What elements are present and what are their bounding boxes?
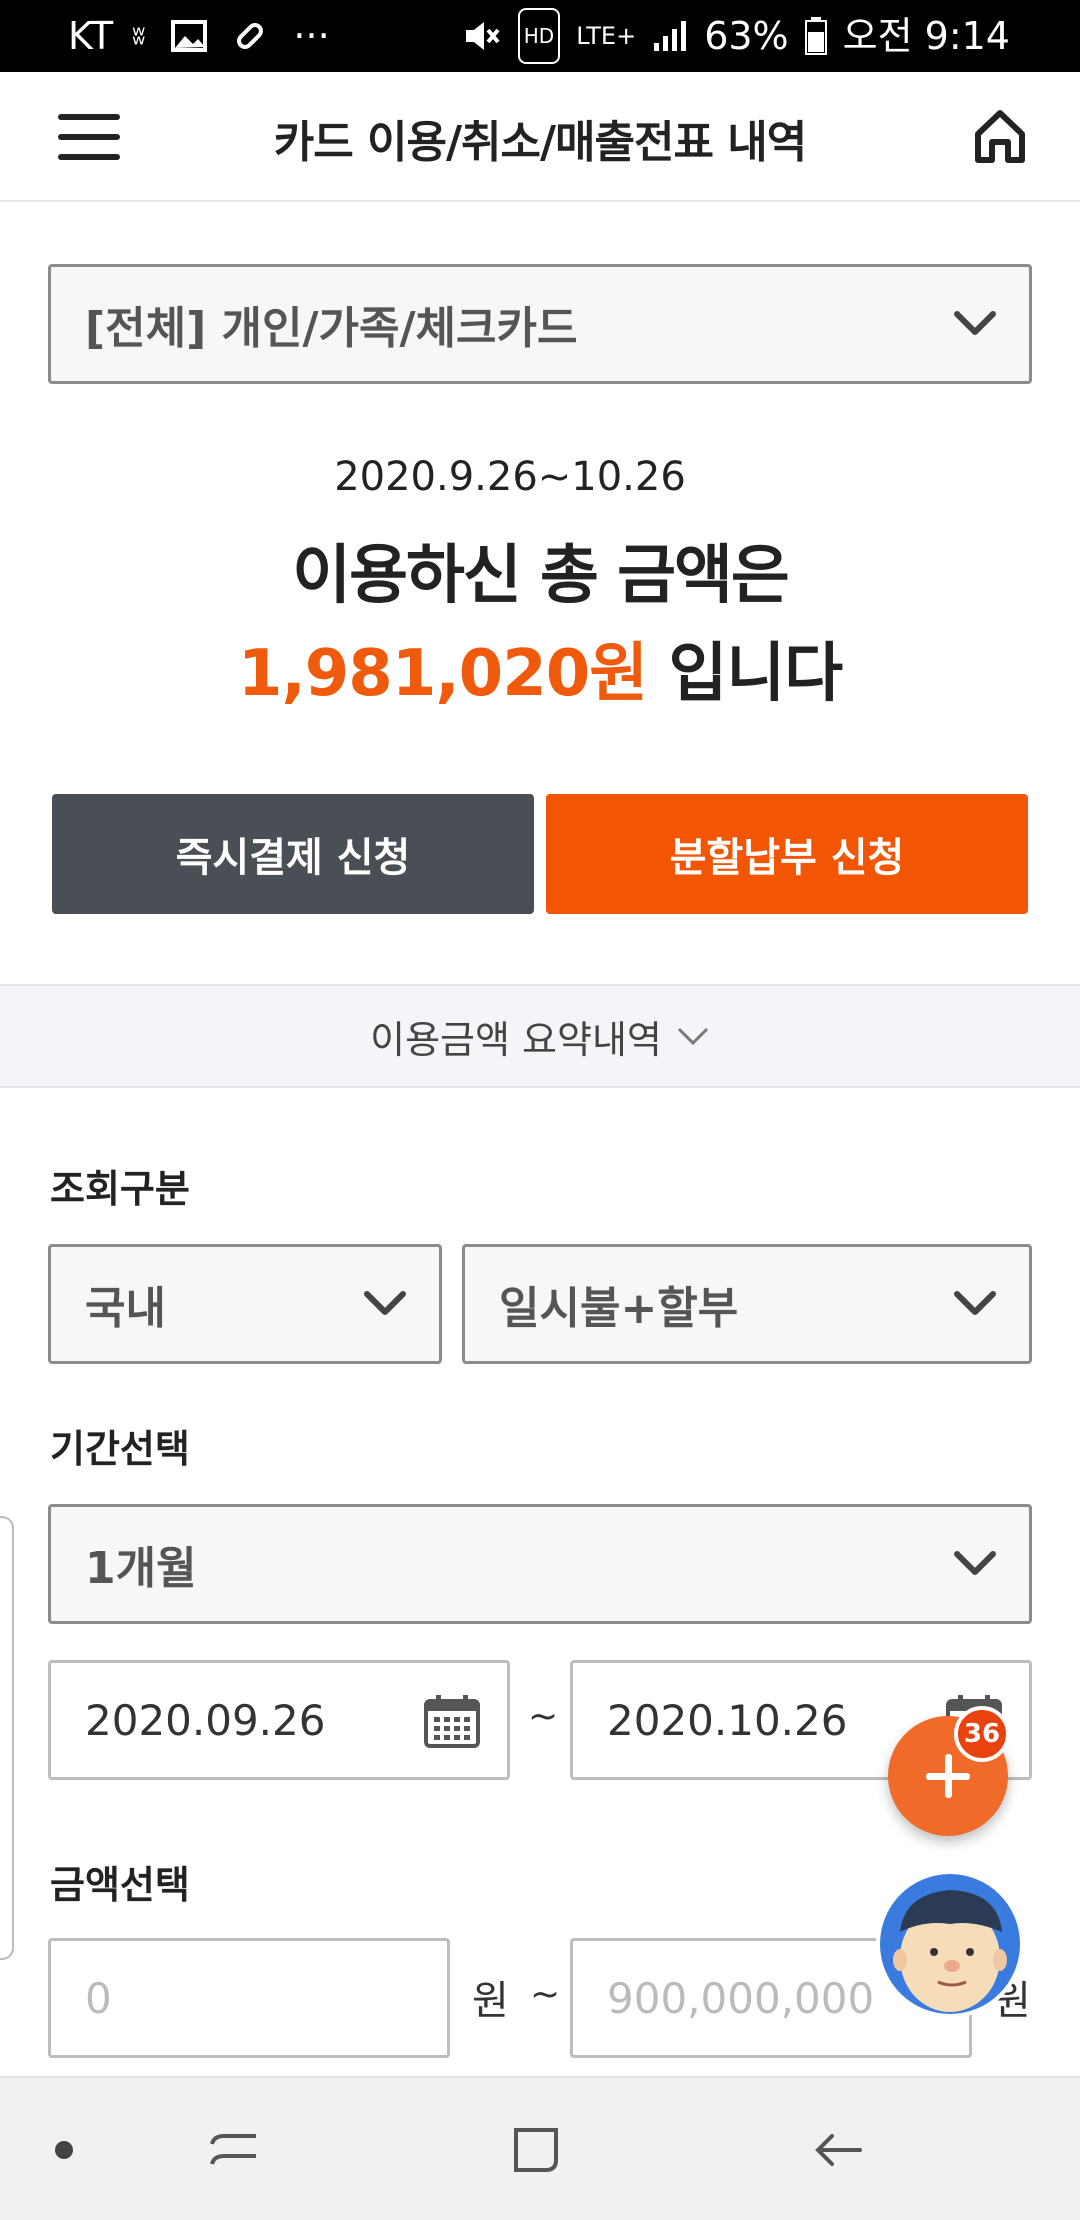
chevron-down-icon <box>677 1027 708 1046</box>
back-icon[interactable] <box>808 2120 868 2180</box>
installment-button[interactable]: 분할납부 신청 <box>546 794 1028 914</box>
battery-percent: 63% <box>704 14 789 58</box>
fab-count-badge: 36 <box>954 1706 1010 1762</box>
period-label: 기간선택 <box>50 1427 190 1471</box>
end-date-value: 2020.10.26 <box>607 1695 848 1745</box>
nav-dot-icon[interactable] <box>34 2120 94 2180</box>
mute-icon <box>465 22 500 50</box>
battery-icon <box>804 17 827 55</box>
min-amount-input[interactable]: 0 <box>48 1938 450 2058</box>
notification-icons: ʬ ··· <box>132 12 330 60</box>
region-select[interactable]: 국내 <box>48 1244 442 1364</box>
page-title: 카드 이용/취소/매출전표 내역 <box>273 117 808 168</box>
gallery-icon <box>171 20 208 52</box>
chevron-down-icon <box>954 1291 996 1315</box>
recent-apps-icon[interactable] <box>204 2120 264 2180</box>
carrier-label: KT <box>68 14 114 58</box>
min-amount-unit: 원 <box>472 1978 509 2024</box>
start-date-value: 2020.09.26 <box>85 1695 326 1745</box>
chevron-down-icon <box>954 311 996 335</box>
pill-icon <box>237 23 264 49</box>
card-type-select[interactable]: [전체] 개인/가족/체크카드 <box>48 264 1032 384</box>
system-nav-bar <box>0 2076 1080 2220</box>
system-icons: HD LTE+ 63% 오전 9:14 <box>462 8 1010 64</box>
start-date-field[interactable]: 2020.09.26 <box>48 1660 510 1780</box>
signal-icon <box>654 21 687 51</box>
wifi-calling-icon: ʬ <box>132 21 146 51</box>
summary-toggle-label: 이용금액 요약내역 <box>370 1017 662 1062</box>
card-type-value: [전체] 개인/가족/체크카드 <box>85 303 578 354</box>
hd-badge: HD <box>517 8 561 64</box>
payment-type-select[interactable]: 일시불+할부 <box>462 1244 1032 1364</box>
chevron-down-icon <box>364 1291 406 1315</box>
network-type: LTE+ <box>576 22 637 50</box>
side-drawer-handle[interactable] <box>0 1516 14 1960</box>
max-amount-placeholder: 900,000,000 <box>607 1973 875 2023</box>
summary-toggle[interactable]: 이용금액 요약내역 <box>0 984 1080 1088</box>
period-value: 1개월 <box>85 1543 197 1594</box>
total-suffix: 입니다 <box>668 637 843 711</box>
amount-label: 금액선택 <box>50 1863 190 1907</box>
chatbot-avatar-icon[interactable] <box>874 1868 1026 2020</box>
payment-type-value: 일시불+할부 <box>499 1283 739 1334</box>
home-button-icon[interactable] <box>506 2120 566 2180</box>
app-header: 카드 이용/취소/매출전표 내역 <box>0 72 1080 202</box>
inquiry-type-label: 조회구분 <box>50 1167 190 1211</box>
date-separator: ~ <box>528 1696 559 1737</box>
region-value: 국내 <box>85 1283 166 1334</box>
chevron-down-icon <box>954 1551 996 1575</box>
status-bar: KT ʬ ··· HD LTE+ 63% 오전 9:14 <box>0 0 1080 72</box>
home-icon[interactable] <box>972 108 1028 166</box>
min-amount-placeholder: 0 <box>85 1973 112 2023</box>
clock: 오전 9:14 <box>842 14 1010 58</box>
total-amount: 1,981,020원 <box>237 637 648 711</box>
instant-pay-button[interactable]: 즉시결제 신청 <box>52 794 534 914</box>
period-select[interactable]: 1개월 <box>48 1504 1032 1624</box>
amount-separator: ~ <box>530 1974 561 2015</box>
total-amount-line: 1,981,020원 입니다 <box>0 622 1080 714</box>
inquiry-period: 2020.9.26~10.26 <box>334 454 686 500</box>
total-heading: 이용하신 총 금액은 <box>292 539 790 613</box>
more-notifications-icon: ··· <box>293 14 330 58</box>
calendar-icon[interactable] <box>423 1693 481 1749</box>
